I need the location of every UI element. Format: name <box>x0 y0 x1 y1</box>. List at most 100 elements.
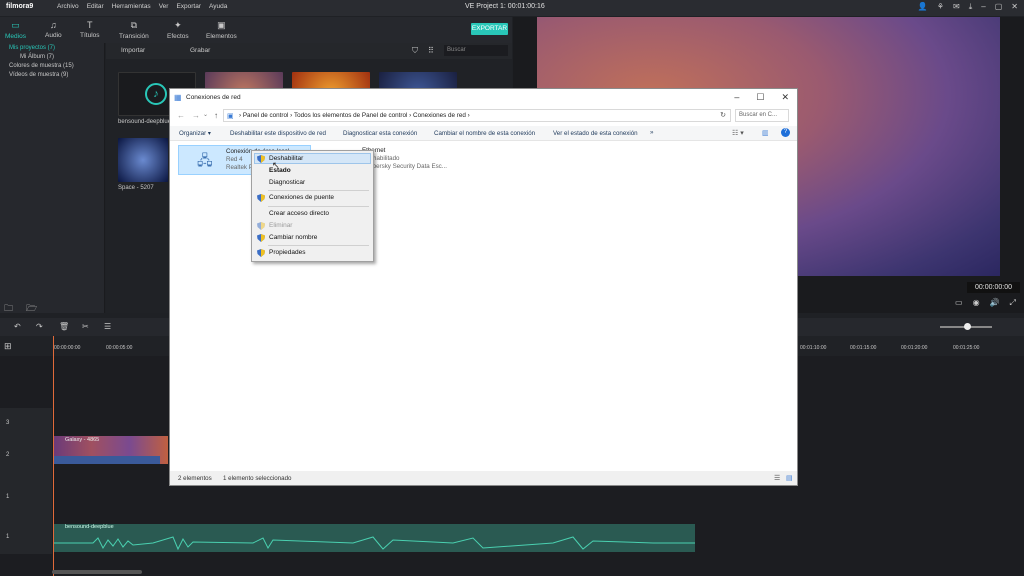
music-note-icon: ♫ <box>49 20 57 30</box>
grid-view-icon[interactable]: ⠿ <box>428 46 434 55</box>
app-logo: filmora9 <box>6 3 34 10</box>
back-icon[interactable]: ← <box>177 111 185 120</box>
screen-icon[interactable]: ▭ <box>955 298 963 308</box>
window-controls: – ☐ ✕ <box>734 92 789 103</box>
close-icon[interactable]: ✕ <box>781 92 789 103</box>
library-sample-videos[interactable]: Vídeos de muestra (9) <box>9 72 68 78</box>
view-status-button[interactable]: Ver el estado de esta conexión <box>553 130 638 137</box>
record-dropdown[interactable]: Grabar <box>190 47 210 54</box>
camera-icon[interactable]: ◉ <box>973 298 980 308</box>
refresh-icon[interactable]: ↻ <box>720 111 726 119</box>
menu-archivo[interactable]: Archivo <box>57 3 79 10</box>
tab-titulos[interactable]: T Títulos <box>80 20 100 39</box>
maximize-icon[interactable]: ☐ <box>756 92 764 103</box>
menu-item-diagnose[interactable]: Diagnosticar <box>269 179 305 186</box>
folder-icon[interactable]: 🗁 <box>26 301 37 317</box>
breadcrumb[interactable]: ▣ › Panel de control › Todos los element… <box>223 109 731 122</box>
menu-exportar[interactable]: Exportar <box>176 3 201 10</box>
up-icon[interactable]: ↑ <box>214 111 218 120</box>
network-icon: ▦ <box>174 93 182 102</box>
details-view-icon[interactable]: ☰ <box>774 474 780 482</box>
music-note-icon: ♪ <box>145 83 167 105</box>
folder-icon: ▭ <box>11 20 20 30</box>
ruler-label: 00:01:15:00 <box>850 345 877 351</box>
menu-item-rename[interactable]: Cambiar nombre <box>269 234 317 241</box>
library-my-projects[interactable]: Mis proyectos (7) <box>9 45 55 51</box>
menu-ayuda[interactable]: Ayuda <box>209 3 227 10</box>
menu-ver[interactable]: Ver <box>159 3 169 10</box>
undo-icon[interactable]: ↶ <box>14 322 21 331</box>
download-icon[interactable]: ⤓ <box>969 2 973 12</box>
menu-item-shortcut[interactable]: Crear acceso directo <box>269 210 329 217</box>
tiles-view-icon[interactable]: ▤ <box>786 474 793 482</box>
cut-icon[interactable]: ✂ <box>82 322 89 331</box>
connection-device: Realtek P <box>226 164 253 171</box>
diagnose-button[interactable]: Diagnosticar esta conexión <box>343 130 417 137</box>
media-thumb-label: bensound-deepblue <box>118 119 172 125</box>
command-bar: Organizar ▾ Deshabilitar este dispositiv… <box>170 126 797 141</box>
tab-audio[interactable]: ♫ Audio <box>45 20 62 39</box>
library-sample-colors[interactable]: Colores de muestra (15) <box>9 63 74 69</box>
status-bar: 2 elementos 1 elemento seleccionado ☰ ▤ <box>170 471 797 485</box>
menu-item-bridge[interactable]: Conexiones de puente <box>269 194 334 201</box>
audio-waveform <box>53 536 695 551</box>
audio-clip[interactable]: bensound-deepblue <box>53 524 695 552</box>
video-clip-audio <box>53 456 160 464</box>
uac-shield-icon <box>257 194 265 202</box>
volume-icon[interactable]: 🔊 <box>990 298 1000 308</box>
menu-editar[interactable]: Editar <box>87 3 104 10</box>
preview-pane-icon[interactable]: ▥ <box>762 129 769 137</box>
playhead[interactable] <box>53 336 54 576</box>
minimize-icon[interactable]: – <box>734 92 739 103</box>
timeline-scrollbar[interactable] <box>52 570 142 574</box>
connection-device: Kaspersky Security Data Esc... <box>362 163 447 170</box>
more-commands-button[interactable]: » <box>650 129 653 136</box>
uac-shield-icon <box>257 234 265 242</box>
breadcrumb-item[interactable]: › Panel de control › Todos los elementos… <box>239 112 470 119</box>
track-header-video-1: 1 <box>0 484 52 524</box>
adjust-icon[interactable]: ☰ <box>104 322 111 331</box>
filter-icon[interactable]: ⛉ <box>412 46 418 56</box>
menu-herramientas[interactable]: Herramientas <box>112 3 151 10</box>
organize-button[interactable]: Organizar ▾ <box>179 130 211 137</box>
chevron-down-icon[interactable]: ⌄ <box>203 111 208 118</box>
mail-icon[interactable]: ✉ <box>953 2 960 12</box>
network-adapter-icon: 🖧 <box>197 152 213 168</box>
explorer-search-input[interactable]: Buscar en C... <box>735 109 789 122</box>
media-thumb-space[interactable] <box>118 138 168 182</box>
tab-transicion[interactable]: ⧉ Transición <box>119 20 149 40</box>
preview-timecode: 00:00:00:00 <box>967 282 1020 293</box>
rename-button[interactable]: Cambiar el nombre de esta conexión <box>434 130 535 137</box>
library-my-album[interactable]: Mi Álbum (7) <box>20 54 54 60</box>
effects-icon: ✦ <box>174 20 182 30</box>
tab-medios[interactable]: ▭ Medios <box>5 20 26 40</box>
import-dropdown[interactable]: Importar <box>121 47 145 54</box>
fullscreen-icon[interactable]: ⤢ <box>1010 298 1016 308</box>
menu-separator <box>268 190 369 191</box>
close-icon[interactable]: ✕ <box>1011 2 1018 12</box>
zoom-slider-handle[interactable] <box>964 323 971 330</box>
tab-elementos[interactable]: ▣ Elementos <box>206 20 237 40</box>
tab-efectos[interactable]: ✦ Efectos <box>167 20 189 40</box>
view-options-icon[interactable]: ☷ ▾ <box>732 129 744 137</box>
new-folder-icon[interactable]: 🗀 <box>4 301 13 317</box>
track-header-video-2: 2 <box>0 440 52 484</box>
redo-icon[interactable]: ↷ <box>36 322 43 331</box>
track-header-video-3: 3 <box>0 408 52 440</box>
minimize-icon[interactable]: – <box>981 2 985 12</box>
add-track-icon[interactable]: ⊞ <box>4 341 12 352</box>
export-button[interactable]: EXPORTAR <box>471 23 508 35</box>
forward-icon[interactable]: → <box>192 111 200 120</box>
transition-icon: ⧉ <box>130 20 138 30</box>
user-icon[interactable]: 👤 <box>918 2 928 12</box>
delete-icon[interactable]: 🗑 <box>59 322 69 331</box>
help-icon[interactable]: ? <box>781 128 790 137</box>
cart-icon[interactable]: ⚘ <box>937 2 944 12</box>
maximize-icon[interactable]: ▢ <box>995 2 1003 12</box>
title-t-icon: T <box>87 20 93 30</box>
media-search-input[interactable]: Buscar <box>444 45 508 56</box>
ruler-label: 00:01:20:00 <box>901 345 928 351</box>
disable-device-button[interactable]: Deshabilitar este dispositivo de red <box>230 130 326 137</box>
menu-item-properties[interactable]: Propiedades <box>269 249 306 256</box>
mouse-cursor-icon: ↖ <box>272 160 280 170</box>
